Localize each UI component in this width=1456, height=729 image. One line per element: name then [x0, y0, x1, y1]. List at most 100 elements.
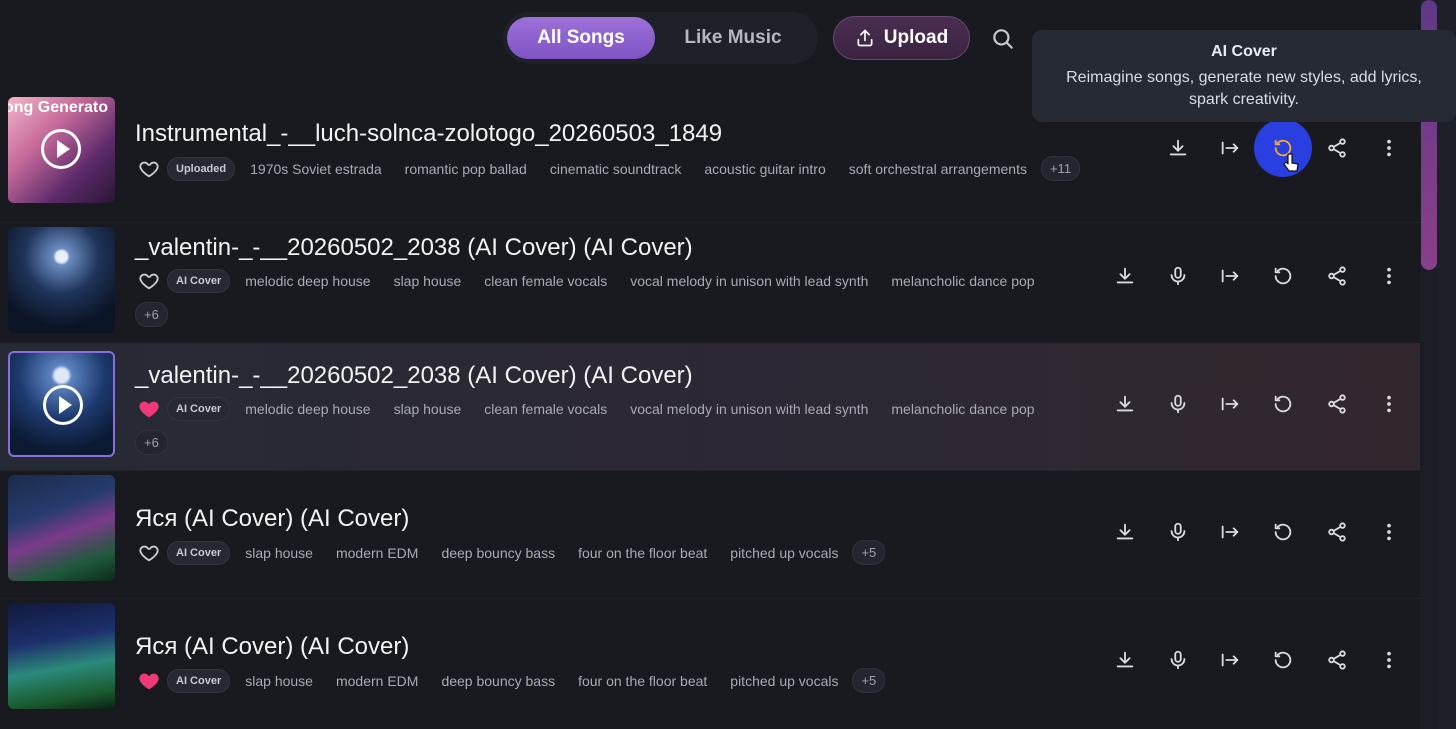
style-tag[interactable]: vocal melody in unison with lead synth [621, 269, 877, 293]
style-tag[interactable]: melancholic dance pop [882, 269, 1043, 293]
heart-icon[interactable] [138, 158, 160, 180]
share-button[interactable] [1317, 256, 1357, 296]
heart-icon[interactable] [138, 542, 160, 564]
mouse-cursor-icon [1282, 152, 1300, 174]
play-icon[interactable] [41, 129, 81, 169]
tab-all-songs[interactable]: All Songs [507, 17, 655, 59]
heart-icon[interactable] [138, 398, 160, 420]
play-icon[interactable] [43, 385, 83, 425]
more-button[interactable] [1369, 256, 1409, 296]
extend-button[interactable] [1210, 512, 1250, 552]
style-tag[interactable]: pitched up vocals [721, 669, 847, 693]
song-row[interactable]: _valentin-_-__20260502_2038 (AI Cover) (… [0, 221, 1420, 345]
song-title[interactable]: Яся (AI Cover) (AI Cover) [135, 505, 409, 533]
upload-button[interactable]: Upload [833, 16, 970, 60]
more-icon [1387, 267, 1391, 285]
song-cover-art[interactable] [8, 475, 115, 581]
song-title[interactable]: _valentin-_-__20260502_2038 (AI Cover) (… [135, 362, 693, 390]
microphone-icon [1170, 650, 1186, 670]
ai-cover-button[interactable] [1263, 384, 1303, 424]
song-cover-art[interactable] [8, 227, 115, 333]
ai-cover-button[interactable] [1263, 640, 1303, 680]
share-button[interactable] [1317, 640, 1357, 680]
share-icon [1328, 138, 1346, 158]
style-tag[interactable]: deep bouncy bass [432, 669, 564, 693]
song-tags: AI Cover melodic deep house slap house clea… [135, 397, 1049, 455]
share-button[interactable] [1317, 512, 1357, 552]
song-cover-art[interactable] [8, 603, 115, 709]
song-row[interactable]: Яся (AI Cover) (AI Cover) AI Cover slap ho… [0, 597, 1420, 729]
share-button[interactable] [1317, 384, 1357, 424]
microphone-icon [1170, 266, 1186, 286]
more-button[interactable] [1369, 640, 1409, 680]
ai-cover-button[interactable] [1263, 512, 1303, 552]
ai-cover-button[interactable] [1263, 256, 1303, 296]
song-tags: AI Cover melodic deep house slap house clea… [135, 269, 1049, 327]
extend-icon [1221, 269, 1239, 283]
song-title[interactable]: Instrumental_-__luch-solnca-zolotogo_202… [135, 120, 722, 148]
download-button[interactable] [1105, 512, 1145, 552]
style-tag[interactable]: romantic pop ballad [396, 157, 536, 181]
heart-icon[interactable] [138, 270, 160, 292]
tab-like-music[interactable]: Like Music [663, 17, 803, 59]
extend-button[interactable] [1210, 384, 1250, 424]
style-tag[interactable]: melancholic dance pop [882, 397, 1043, 421]
style-tag[interactable]: cinematic soundtrack [541, 157, 691, 181]
style-tag[interactable]: slap house [385, 269, 471, 293]
more-tags-badge[interactable]: +6 [135, 302, 168, 327]
download-button[interactable] [1105, 256, 1145, 296]
style-tag[interactable]: acoustic guitar intro [695, 157, 834, 181]
style-tag[interactable]: four on the floor beat [569, 669, 716, 693]
more-icon [1387, 651, 1391, 669]
microphone-button[interactable] [1158, 512, 1198, 552]
extend-icon [1221, 525, 1239, 539]
microphone-button[interactable] [1158, 256, 1198, 296]
upload-icon [857, 29, 873, 47]
song-cover-art[interactable] [8, 351, 115, 457]
microphone-button[interactable] [1158, 640, 1198, 680]
style-tag[interactable]: slap house [385, 397, 471, 421]
style-tag[interactable]: modern EDM [327, 669, 427, 693]
style-tag[interactable]: deep bouncy bass [432, 541, 564, 565]
more-button[interactable] [1369, 128, 1409, 168]
style-tag[interactable]: clean female vocals [475, 269, 616, 293]
ai-cover-tooltip: AI Cover Reimagine songs, generate new s… [1032, 30, 1456, 122]
style-tag[interactable]: slap house [236, 669, 322, 693]
extend-button[interactable] [1210, 128, 1250, 168]
song-title[interactable]: Яся (AI Cover) (AI Cover) [135, 633, 409, 661]
share-button[interactable] [1317, 128, 1357, 168]
style-tag[interactable]: pitched up vocals [721, 541, 847, 565]
more-tags-badge[interactable]: +5 [852, 540, 886, 565]
song-row[interactable]: Яся (AI Cover) (AI Cover) AI Cover slap ho… [0, 469, 1420, 599]
style-tag[interactable]: vocal melody in unison with lead synth [621, 397, 877, 421]
style-tag[interactable]: 1970s Soviet estrada [241, 157, 391, 181]
download-button[interactable] [1158, 128, 1198, 168]
style-tag[interactable]: soft orchestral arrangements [840, 157, 1036, 181]
download-button[interactable] [1105, 384, 1145, 424]
more-tags-badge[interactable]: +11 [1040, 156, 1081, 181]
microphone-icon [1170, 522, 1186, 542]
download-icon [1169, 139, 1187, 156]
heart-icon[interactable] [138, 670, 160, 692]
style-tag[interactable]: four on the floor beat [569, 541, 716, 565]
ai-cover-icon [1274, 651, 1292, 669]
more-button[interactable] [1369, 384, 1409, 424]
song-cover-art[interactable]: ong Generato [8, 97, 115, 203]
download-button[interactable] [1105, 640, 1145, 680]
more-tags-badge[interactable]: +6 [135, 430, 168, 455]
extend-button[interactable] [1210, 640, 1250, 680]
more-icon [1387, 395, 1391, 413]
song-title[interactable]: _valentin-_-__20260502_2038 (AI Cover) (… [135, 234, 693, 262]
more-tags-badge[interactable]: +5 [852, 668, 886, 693]
microphone-button[interactable] [1158, 384, 1198, 424]
style-tag[interactable]: melodic deep house [236, 269, 379, 293]
style-tag[interactable]: clean female vocals [475, 397, 616, 421]
style-tag[interactable]: melodic deep house [236, 397, 379, 421]
song-row[interactable]: _valentin-_-__20260502_2038 (AI Cover) (… [0, 343, 1420, 471]
search-icon[interactable] [990, 26, 1016, 52]
style-tag[interactable]: modern EDM [327, 541, 427, 565]
style-tag[interactable]: slap house [236, 541, 322, 565]
more-button[interactable] [1369, 512, 1409, 552]
cover-label: ong Generato [8, 99, 109, 116]
extend-button[interactable] [1210, 256, 1250, 296]
